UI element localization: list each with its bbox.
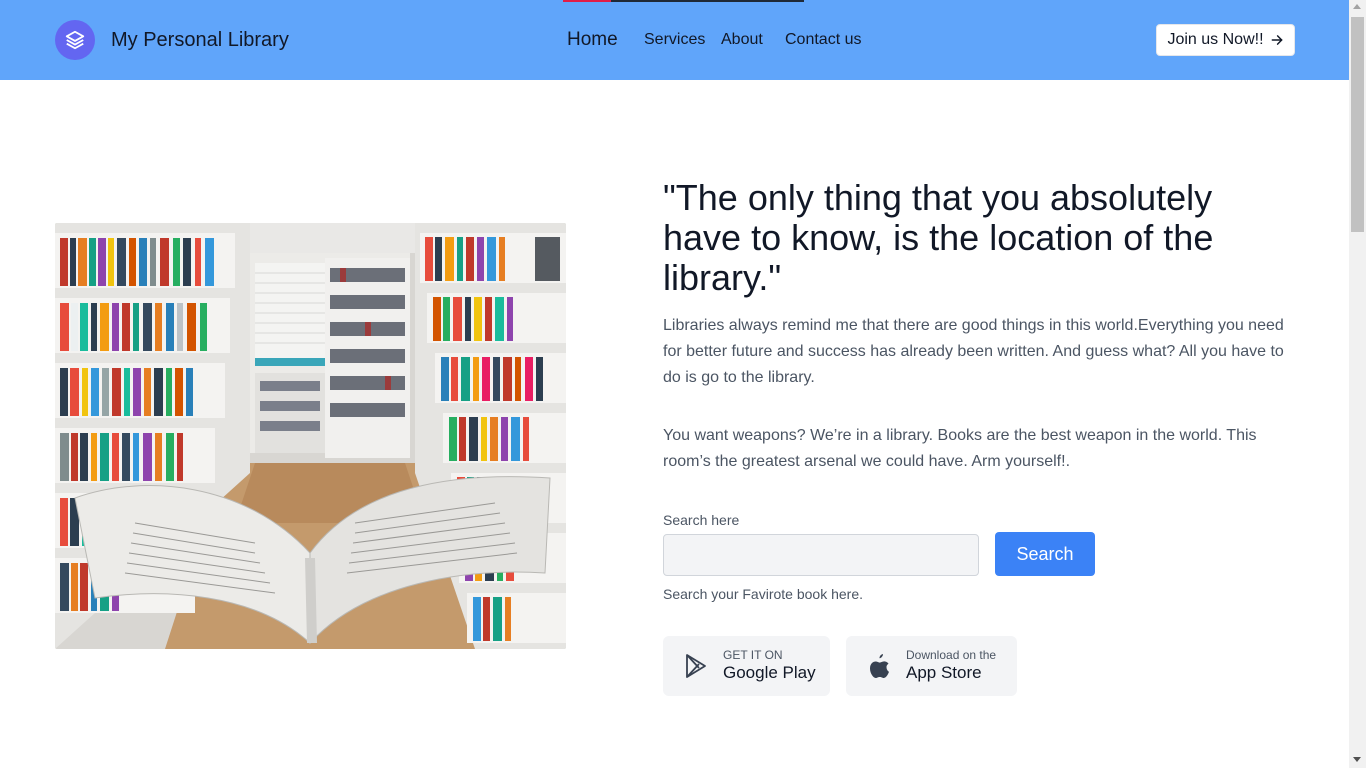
hero-headline: "The only thing that you absolutely have… [663,177,1214,298]
join-button[interactable]: Join us Now!! [1156,24,1295,56]
arrow-right-icon [1271,35,1282,45]
hero-paragraph-1: Libraries always remind me that there ar… [663,317,1284,386]
app-store-button[interactable]: Download on the App Store [846,636,1017,696]
app-store-small-text: Download on the [906,648,997,662]
search-label: Search here [663,512,740,528]
page-scrollbar[interactable] [1349,0,1366,768]
google-play-big-text: Google Play [723,663,816,682]
nav-contact[interactable]: Contact us [785,0,861,80]
google-play-icon [683,653,709,679]
site-header: My Personal Library Home Services About … [0,0,1349,80]
nav-home[interactable]: Home [567,0,618,80]
search-help-text: Search your Favirote book here. [663,586,863,602]
layers-logo-icon[interactable] [55,20,95,60]
search-input[interactable] [663,534,979,576]
search-button[interactable]: Search [995,532,1095,576]
google-play-button[interactable]: GET IT ON Google Play [663,636,830,696]
scroll-down-arrow-icon[interactable] [1353,757,1361,762]
nav-services[interactable]: Services [644,0,705,80]
brand-name[interactable]: My Personal Library [111,29,289,52]
google-play-small-text: GET IT ON [723,648,783,662]
scroll-thumb[interactable] [1351,17,1364,232]
apple-icon [866,653,892,679]
scroll-up-arrow-icon[interactable] [1353,4,1361,9]
hero-paragraph-2: You want weapons? We’re in a library. Bo… [663,427,1257,470]
library-hero-image [55,223,566,649]
app-store-big-text: App Store [906,663,982,682]
nav-about[interactable]: About [721,0,763,80]
join-button-label: Join us Now!! [1167,31,1264,48]
